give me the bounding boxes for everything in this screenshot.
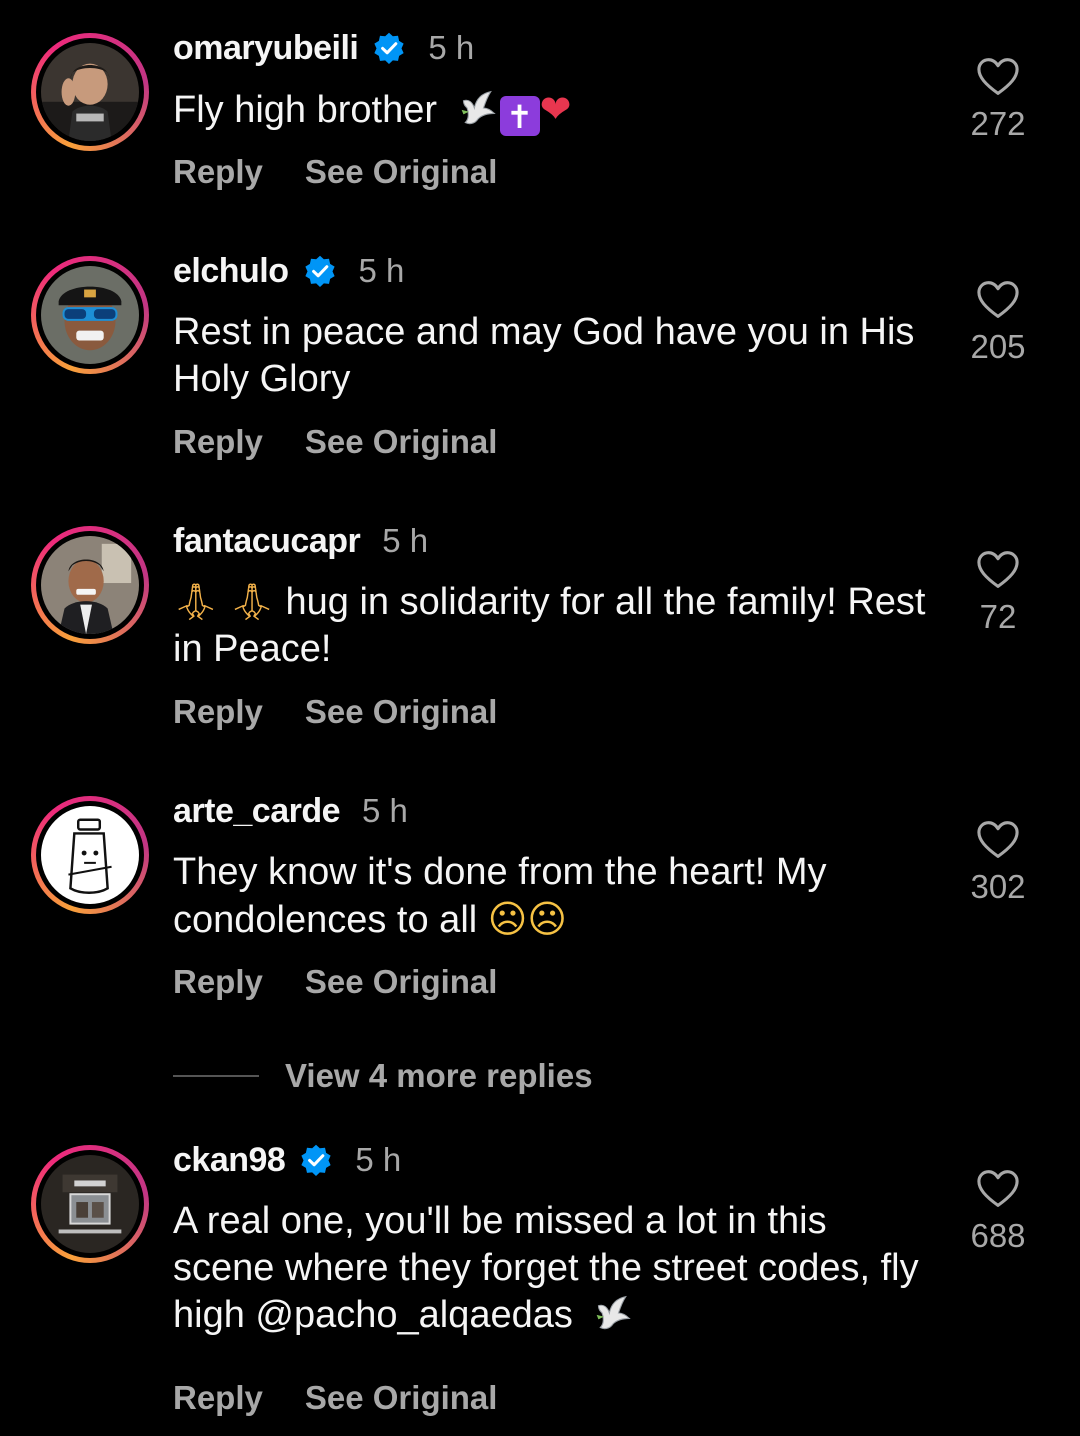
avatar: [41, 536, 139, 634]
timestamp: 5 h: [355, 1141, 402, 1178]
like-control: 205: [950, 280, 1046, 366]
heart-outline-icon[interactable]: [976, 820, 1020, 860]
username[interactable]: elchulo: [173, 252, 289, 291]
comment-header: ckan98 5 h: [173, 1137, 401, 1183]
avatar-story-ring[interactable]: [31, 526, 149, 644]
comment-actions: Reply See Original: [173, 690, 497, 734]
comment-actions: Reply See Original: [173, 150, 497, 194]
username[interactable]: omaryubeili: [173, 29, 359, 68]
avatar-story-ring[interactable]: [31, 256, 149, 374]
comment-text: Fly high brother ✝ ❤: [173, 86, 933, 136]
avatar-story-ring[interactable]: [31, 1145, 149, 1263]
like-count: 688: [970, 1217, 1026, 1254]
comment-text-body: Fly high brother: [173, 89, 438, 131]
see-original-button[interactable]: See Original: [305, 1379, 498, 1417]
comment-header: arte_carde 5 h: [173, 788, 408, 834]
reply-button[interactable]: Reply: [173, 423, 263, 461]
like-count: 72: [979, 598, 1017, 635]
see-original-button[interactable]: See Original: [305, 693, 498, 731]
comment-header: fantacucapr 5 h: [173, 518, 428, 564]
disappointed-face-icon: ☹: [527, 897, 568, 941]
timestamp: 5 h: [382, 522, 429, 559]
see-original-button[interactable]: See Original: [305, 153, 498, 191]
comment-header: elchulo 5 h: [173, 248, 404, 294]
comment-text: They know it's done from the heart! My c…: [173, 849, 933, 944]
like-control: 72: [950, 550, 1046, 636]
timestamp: 5 h: [358, 252, 405, 289]
username[interactable]: arte_carde: [173, 792, 341, 831]
view-more-replies-button[interactable]: View 4 more replies: [173, 1054, 593, 1098]
like-control: 302: [950, 820, 1046, 906]
avatar: [41, 266, 139, 364]
comment-actions: Reply See Original: [173, 1376, 497, 1420]
like-count: 272: [970, 105, 1026, 142]
reply-button[interactable]: Reply: [173, 963, 263, 1001]
folded-hands-icon: 🙏︎: [173, 582, 219, 623]
comment-text-body: Rest in peace and may God have you in Hi…: [173, 311, 915, 400]
like-control: 272: [950, 57, 1046, 143]
broken-heart-icon: ❤: [539, 87, 572, 131]
like-count: 302: [970, 868, 1026, 905]
heart-outline-icon[interactable]: [976, 280, 1020, 320]
timestamp: 5 h: [362, 792, 408, 829]
comment-text: A real one, you'll be missed a lot in th…: [173, 1198, 933, 1339]
reply-button[interactable]: Reply: [173, 153, 263, 191]
comment-text: 🙏︎ 🙏︎ hug in solidarity for all the fami…: [173, 579, 933, 673]
heart-outline-icon[interactable]: [976, 550, 1020, 590]
see-original-button[interactable]: See Original: [305, 963, 498, 1001]
verified-badge-icon: [372, 31, 406, 65]
dove-icon: [458, 88, 498, 128]
folded-hands-icon: 🙏︎: [229, 582, 275, 623]
see-original-button[interactable]: See Original: [305, 423, 498, 461]
avatar: [41, 1155, 139, 1253]
verified-badge-icon: [303, 254, 337, 288]
like-count: 205: [970, 328, 1026, 365]
avatar: [41, 806, 139, 904]
comment-header: omaryubeili 5 h: [173, 25, 474, 71]
comment-actions: Reply See Original: [173, 960, 497, 1004]
heart-outline-icon[interactable]: [976, 57, 1020, 97]
like-control: 688: [950, 1169, 1046, 1255]
latin-cross-icon: ✝: [499, 96, 540, 136]
username[interactable]: fantacucapr: [173, 522, 361, 561]
verified-badge-icon: [299, 1143, 333, 1177]
dove-icon: [593, 1293, 633, 1333]
username[interactable]: ckan98: [173, 1141, 286, 1180]
heart-outline-icon[interactable]: [976, 1169, 1020, 1209]
disappointed-face-icon: ☹: [487, 897, 528, 941]
reply-button[interactable]: Reply: [173, 1379, 263, 1417]
replies-divider: [173, 1075, 259, 1077]
timestamp: 5 h: [428, 29, 475, 66]
reply-button[interactable]: Reply: [173, 693, 263, 731]
view-more-replies-label: View 4 more replies: [285, 1057, 593, 1094]
avatar-story-ring[interactable]: [31, 796, 149, 914]
comment-text: Rest in peace and may God have you in Hi…: [173, 309, 933, 403]
avatar: [41, 43, 139, 141]
avatar-story-ring[interactable]: [31, 33, 149, 151]
comment-text-body: A real one, you'll be missed a lot in th…: [173, 1200, 919, 1336]
comment-text-body: hug in solidarity for all the family! Re…: [173, 581, 926, 670]
comment-actions: Reply See Original: [173, 420, 497, 464]
